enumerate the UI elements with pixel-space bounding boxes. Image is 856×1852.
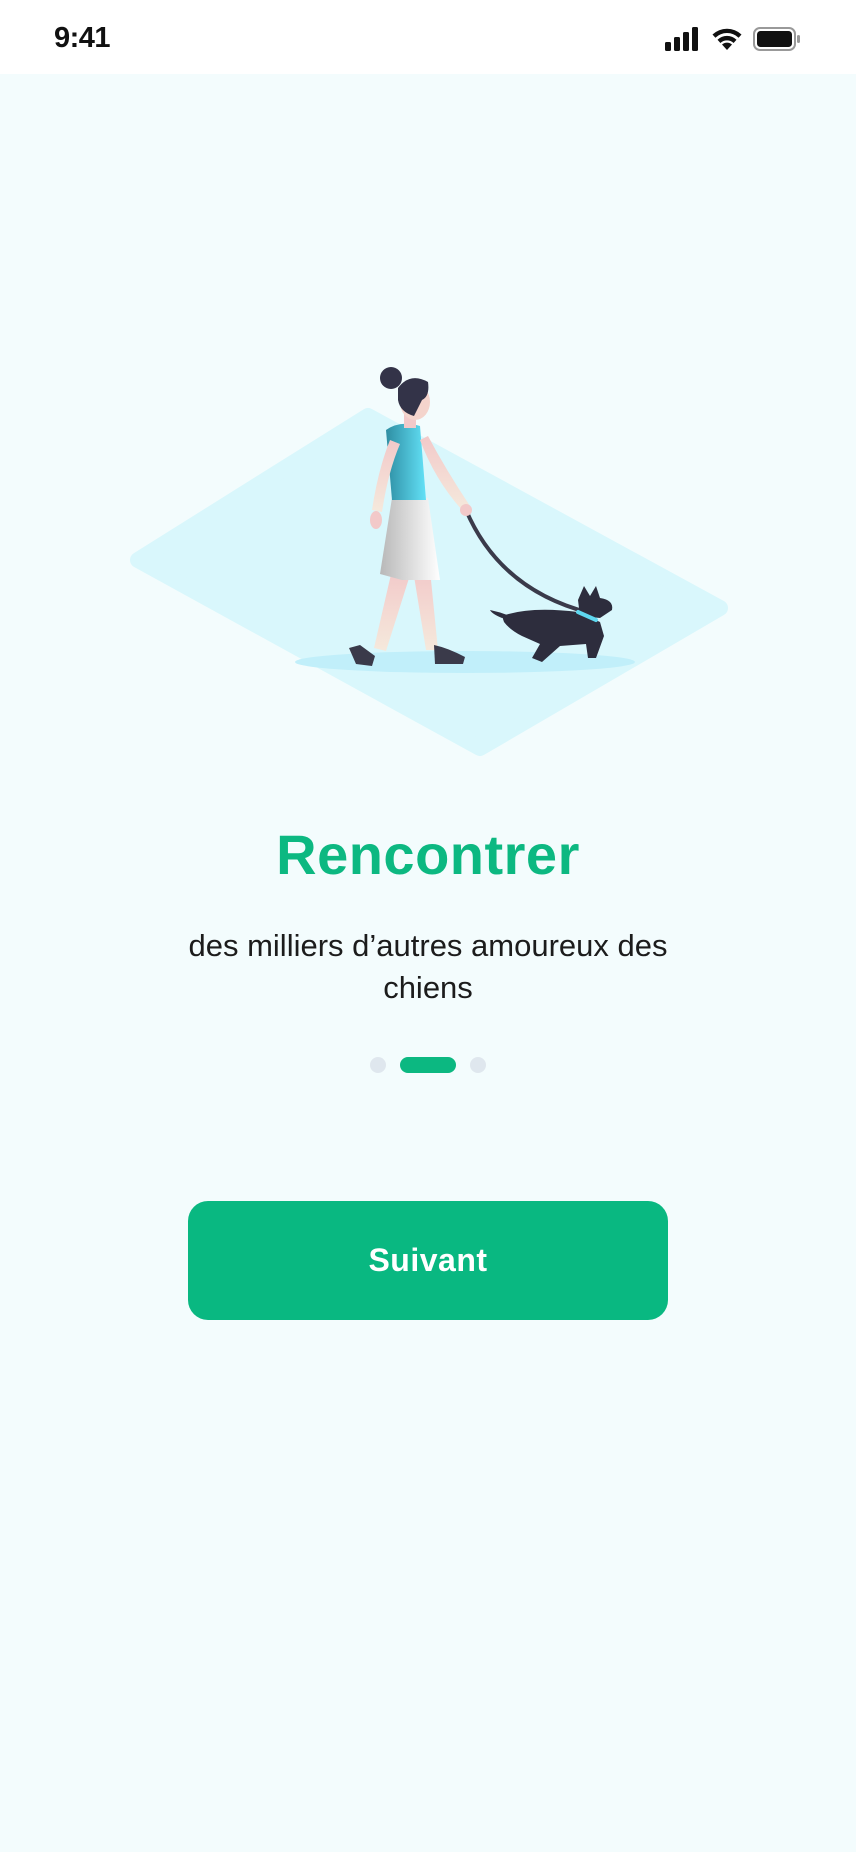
page-subtitle: des milliers d’autres amoureux des chien… (188, 928, 668, 1005)
status-bar: 9:41 (0, 0, 856, 74)
page-title: Rencontrer (276, 823, 580, 886)
status-time: 9:41 (54, 22, 111, 54)
signal-icon (665, 26, 701, 56)
status-icons (665, 26, 801, 56)
next-button[interactable]: Suivant (188, 1201, 668, 1320)
page-dot-1 (370, 1057, 386, 1073)
page-dot-3 (470, 1057, 486, 1073)
wifi-icon (711, 27, 743, 56)
page-dot-2-active (400, 1057, 456, 1073)
woman-walking-dog-illustration (130, 360, 730, 760)
battery-icon (753, 26, 801, 56)
page-indicator (0, 1057, 856, 1073)
